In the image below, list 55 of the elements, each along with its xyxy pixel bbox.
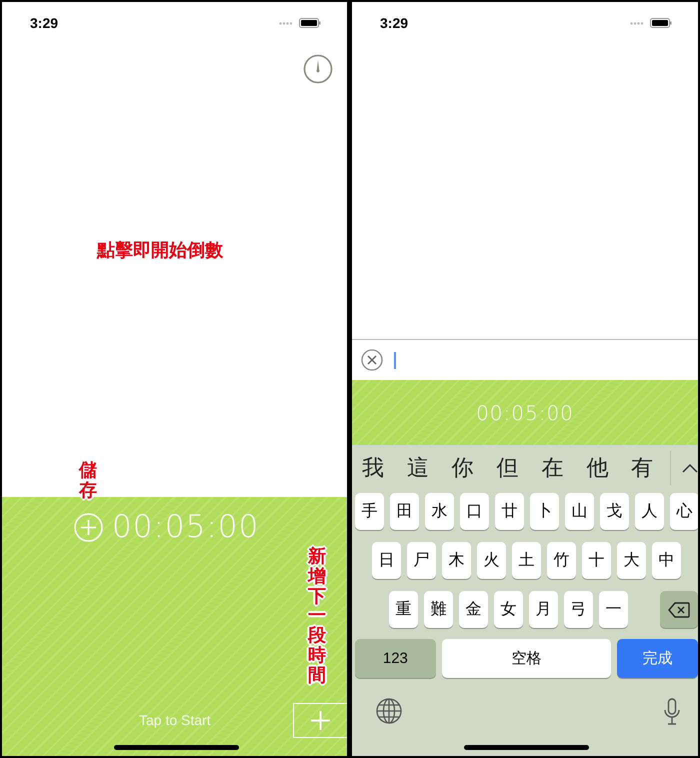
keyboard-key[interactable]: 人 xyxy=(635,493,664,530)
keyboard-key[interactable]: 十 xyxy=(582,542,611,579)
annotation-text: 點擊即開始倒數 xyxy=(97,239,223,262)
keyboard-key[interactable]: 竹 xyxy=(547,542,576,579)
candidate-character[interactable]: 在 xyxy=(541,453,586,483)
delete-key[interactable] xyxy=(660,591,698,628)
keyboard-key[interactable]: 重 xyxy=(389,591,418,628)
clear-icon[interactable] xyxy=(361,349,383,371)
done-key[interactable]: 完成 xyxy=(617,639,698,678)
annotation-text: 儲存 xyxy=(79,461,97,501)
candidate-character[interactable]: 這 xyxy=(406,453,452,483)
keyboard-key[interactable]: 尸 xyxy=(407,542,436,579)
keyboard-key[interactable]: 卜 xyxy=(530,493,559,530)
timer-display: 00:05:00 xyxy=(476,400,574,424)
keyboard-key[interactable]: 弓 xyxy=(564,591,593,628)
mode-key[interactable]: 123 xyxy=(355,639,436,678)
status-time: 3:29 xyxy=(380,15,408,31)
keyboard-key[interactable]: 水 xyxy=(425,493,454,530)
candidate-character[interactable]: 我 xyxy=(362,453,407,483)
keyboard-key[interactable]: 戈 xyxy=(600,493,629,530)
keyboard-key[interactable]: 火 xyxy=(477,542,506,579)
keyboard-key[interactable]: 口 xyxy=(460,493,489,530)
keyboard-key[interactable]: 手 xyxy=(355,493,384,530)
keyboard-key[interactable]: 女 xyxy=(494,591,523,628)
keyboard-key[interactable]: 木 xyxy=(442,542,471,579)
keyboard-key[interactable]: 金 xyxy=(459,591,488,628)
caret-up-icon[interactable] xyxy=(682,463,698,473)
candidate-character[interactable]: 但 xyxy=(496,453,542,483)
microphone-icon[interactable] xyxy=(664,698,680,726)
signal-icon xyxy=(279,22,293,24)
backspace-icon xyxy=(668,602,690,618)
keyboard-key[interactable]: 大 xyxy=(617,542,646,579)
keyboard-key[interactable]: 難 xyxy=(424,591,453,628)
keyboard-key[interactable]: 心 xyxy=(670,493,698,530)
keyboard-key[interactable]: 日 xyxy=(372,542,401,579)
keyboard-key[interactable]: 山 xyxy=(565,493,594,530)
space-key[interactable]: 空格 xyxy=(442,639,612,678)
keyboard-key[interactable]: 一 xyxy=(599,591,628,628)
keyboard-key[interactable]: 土 xyxy=(512,542,541,579)
text-cursor xyxy=(394,352,396,368)
globe-icon[interactable] xyxy=(376,698,402,724)
signal-icon xyxy=(630,22,644,24)
status-time: 3:29 xyxy=(30,15,58,31)
keyboard-key[interactable]: 中 xyxy=(652,542,681,579)
battery-icon xyxy=(650,18,672,28)
annotation-text: 新增下一段時間 xyxy=(308,547,326,686)
keyboard-key[interactable]: 廿 xyxy=(495,493,524,530)
keyboard-key[interactable]: 田 xyxy=(390,493,419,530)
candidate-character[interactable]: 他 xyxy=(586,453,632,483)
keyboard-key[interactable]: 月 xyxy=(529,591,558,628)
candidate-character[interactable]: 有 xyxy=(631,453,676,483)
plus-icon xyxy=(311,711,330,730)
compass-icon[interactable] xyxy=(303,54,333,84)
candidate-character[interactable]: 你 xyxy=(452,453,497,483)
battery-icon xyxy=(299,18,321,28)
